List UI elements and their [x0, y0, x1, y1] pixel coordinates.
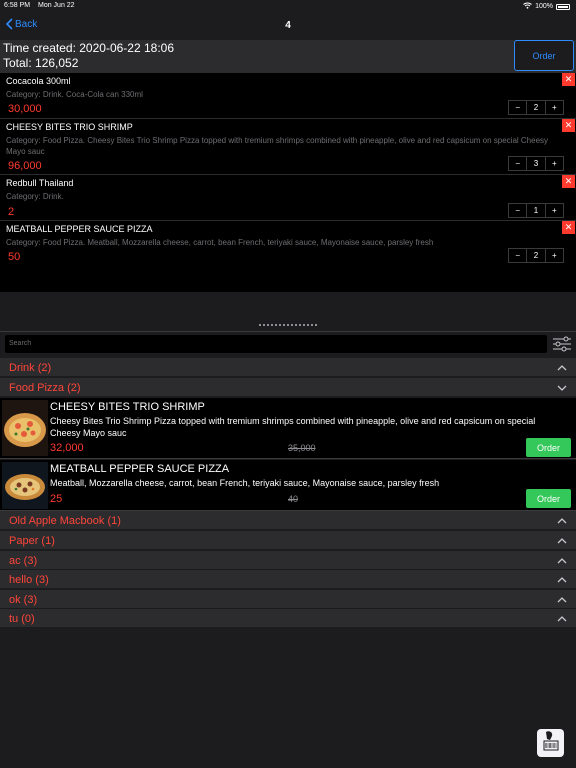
section-label: hello (3) — [9, 574, 49, 586]
product-description: Cheesy Bites Trio Shrimp Pizza topped wi… — [50, 416, 536, 438]
chevron-down-icon — [556, 381, 568, 393]
cart-item: CHEESY BITES TRIO SHRIMP Category: Food … — [0, 119, 576, 175]
section-label: ac (3) — [9, 555, 38, 567]
section-header-hello[interactable]: hello (3) — [0, 570, 576, 589]
delete-icon[interactable]: ✕ — [562, 119, 575, 132]
delete-icon[interactable]: ✕ — [562, 221, 575, 234]
quantity-value: 2 — [527, 249, 546, 262]
pizza-image — [2, 462, 48, 509]
quantity-stepper: − 2 + — [508, 248, 564, 263]
cart-item-price: 30,000 — [8, 103, 42, 115]
section-label: ok (3) — [9, 594, 38, 606]
product-description: Meatball, Mozzarella cheese, carrot, bea… — [50, 478, 440, 488]
page-title: 4 — [285, 20, 291, 31]
order-button[interactable]: Order — [514, 40, 574, 71]
product-row[interactable]: CHEESY BITES TRIO SHRIMP Cheesy Bites Tr… — [0, 398, 576, 459]
section-label: Food Pizza (2) — [9, 382, 81, 394]
section-header-old-apple-macbook[interactable]: Old Apple Macbook (1) — [0, 511, 576, 530]
empty-area — [0, 628, 576, 768]
cart-item: Cocacola 300ml Category: Drink. Coca-Col… — [0, 73, 576, 119]
battery-icon — [556, 3, 570, 10]
cart-item-name: MEATBALL PEPPER SAUCE PIZZA — [6, 224, 153, 234]
product-old-price: 40 — [288, 494, 299, 504]
quantity-value: 3 — [527, 157, 546, 170]
chevron-up-icon — [556, 534, 568, 546]
product-name: MEATBALL PEPPER SAUCE PIZZA — [50, 463, 230, 475]
search-input[interactable]: Search — [5, 335, 547, 353]
cart-item-name: Redbull Thailand — [6, 178, 74, 188]
section-label: Old Apple Macbook (1) — [9, 515, 121, 527]
barcode-scan-icon — [541, 730, 561, 757]
cart-item-category: Category: Drink. — [6, 192, 64, 201]
section-header-ac[interactable]: ac (3) — [0, 551, 576, 570]
pizza-image — [2, 400, 48, 456]
quantity-value: 2 — [527, 101, 546, 114]
filter-icon[interactable] — [552, 335, 572, 353]
chevron-up-icon — [556, 514, 568, 526]
decrement-button[interactable]: − — [509, 157, 528, 170]
order-summary: Time created: 2020-06-22 18:06 Total: 12… — [0, 40, 576, 73]
section-header-drink[interactable]: Drink (2) — [0, 358, 576, 377]
cart-item-category: Category: Food Pizza. Meatball, Mozzarel… — [6, 238, 434, 247]
product-old-price: 35,000 — [288, 443, 316, 453]
battery-percent: 100% — [535, 3, 553, 10]
status-right: 100% — [523, 2, 570, 11]
product-row[interactable]: MEATBALL PEPPER SAUCE PIZZA Meatball, Mo… — [0, 460, 576, 511]
cart-item-price: 50 — [8, 251, 21, 263]
cart-list: Cocacola 300ml Category: Drink. Coca-Col… — [0, 73, 576, 292]
split-divider — [0, 292, 576, 332]
section-label: tu (0) — [9, 613, 35, 625]
time-created: Time created: 2020-06-22 18:06 — [3, 41, 174, 55]
increment-button[interactable]: + — [546, 157, 563, 170]
status-bar: 6:58 PM Mon Jun 22 100% — [0, 0, 576, 12]
cart-item: MEATBALL PEPPER SAUCE PIZZA Category: Fo… — [0, 221, 576, 267]
order-button[interactable]: Order — [526, 489, 571, 508]
product-price: 32,000 — [50, 442, 84, 454]
chevron-up-icon — [556, 593, 568, 605]
section-header-ok[interactable]: ok (3) — [0, 590, 576, 609]
quantity-value: 1 — [527, 204, 546, 217]
status-time: 6:58 PM — [4, 2, 31, 9]
quantity-stepper: − 1 + — [508, 203, 564, 218]
barcode-scanner-button[interactable] — [537, 729, 564, 757]
decrement-button[interactable]: − — [509, 204, 528, 217]
decrement-button[interactable]: − — [509, 101, 528, 114]
section-header-tu[interactable]: tu (0) — [0, 609, 576, 628]
search-bar: Search — [0, 332, 576, 357]
section-label: Paper (1) — [9, 535, 55, 547]
product-name: CHEESY BITES TRIO SHRIMP — [50, 401, 205, 413]
status-date: Mon Jun 22 — [38, 2, 75, 9]
section-label: Drink (2) — [9, 362, 52, 374]
drag-handle[interactable] — [259, 324, 317, 326]
increment-button[interactable]: + — [546, 101, 563, 114]
cart-item-price: 96,000 — [8, 160, 42, 172]
wifi-icon — [523, 2, 532, 11]
cart-item-price: 2 — [8, 206, 15, 218]
delete-icon[interactable]: ✕ — [562, 73, 575, 86]
section-header-paper[interactable]: Paper (1) — [0, 531, 576, 550]
cart-item-name: CHEESY BITES TRIO SHRIMP — [6, 122, 133, 132]
increment-button[interactable]: + — [546, 204, 563, 217]
decrement-button[interactable]: − — [509, 249, 528, 262]
delete-icon[interactable]: ✕ — [562, 175, 575, 188]
order-total: Total: 126,052 — [3, 56, 79, 70]
section-header-food-pizza[interactable]: Food Pizza (2) — [0, 378, 576, 397]
chevron-up-icon — [556, 361, 568, 373]
quantity-stepper: − 3 + — [508, 156, 564, 171]
cart-item-name: Cocacola 300ml — [6, 76, 71, 86]
quantity-stepper: − 2 + — [508, 100, 564, 115]
product-price: 25 — [50, 493, 63, 505]
chevron-up-icon — [556, 573, 568, 585]
chevron-up-icon — [556, 612, 568, 624]
cart-item-category: Category: Food Pizza. Cheesy Bites Trio … — [6, 136, 549, 156]
cart-item: Redbull Thailand Category: Drink. 2 ✕ − … — [0, 175, 576, 221]
cart-item-category: Category: Drink. Coca-Cola can 330ml — [6, 90, 143, 99]
order-button[interactable]: Order — [526, 438, 571, 457]
navbar: Back 4 — [0, 12, 576, 40]
chevron-up-icon — [556, 554, 568, 566]
increment-button[interactable]: + — [546, 249, 563, 262]
